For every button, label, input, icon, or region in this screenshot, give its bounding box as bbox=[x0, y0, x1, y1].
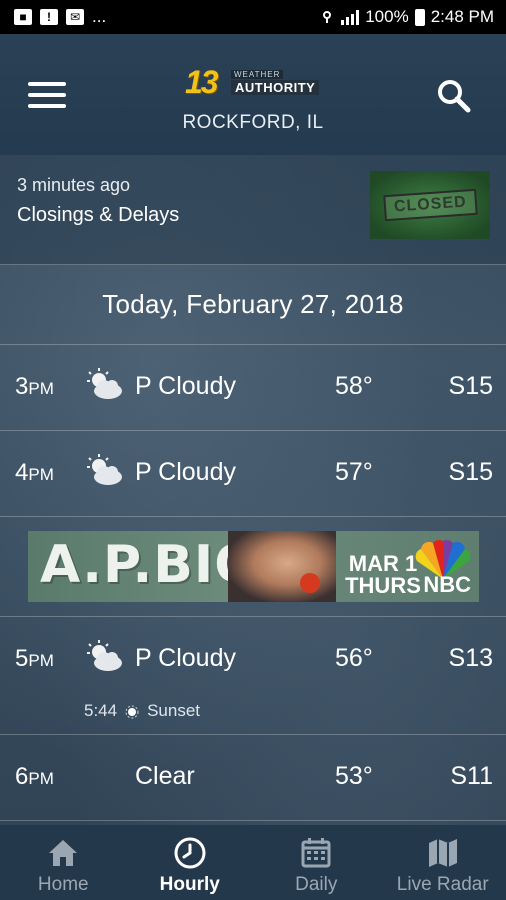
sunset-label: Sunset bbox=[147, 701, 201, 720]
map-icon bbox=[428, 839, 457, 867]
home-icon bbox=[49, 840, 78, 866]
news-time-ago: 3 minutes ago bbox=[17, 175, 131, 195]
hour-temperature: 56° bbox=[335, 644, 373, 672]
ad-photo bbox=[228, 531, 336, 602]
location-label[interactable]: ROCKFORD, IL bbox=[0, 112, 506, 134]
moon-icon bbox=[84, 757, 124, 791]
hour-temperature: 53° bbox=[335, 762, 373, 790]
clock-icon bbox=[174, 837, 206, 869]
more-notifications: ... bbox=[92, 7, 107, 26]
nav-live-radar[interactable]: Live Radar bbox=[380, 825, 506, 900]
search-icon[interactable] bbox=[436, 78, 472, 114]
menu-icon[interactable] bbox=[28, 82, 66, 108]
logo-bottom-text: AUTHORITY bbox=[231, 80, 320, 95]
battery-percent: 100% bbox=[365, 7, 409, 26]
app-header: 13 WEATHER AUTHORITY ROCKFORD, IL bbox=[0, 34, 506, 155]
ad-title: A.P.BIO bbox=[40, 535, 260, 595]
partly-cloudy-icon bbox=[84, 639, 124, 673]
hour-time: 5PM bbox=[15, 645, 54, 672]
status-bar: ■ ! ✉ ... 100% 2:48 PM bbox=[0, 0, 506, 34]
nav-hourly[interactable]: Hourly bbox=[127, 825, 254, 900]
nav-daily[interactable]: Daily bbox=[253, 825, 380, 900]
battery-icon bbox=[414, 8, 425, 26]
hour-time: 4PM bbox=[15, 459, 54, 486]
signal-icon bbox=[341, 9, 360, 25]
wifi-calling-icon bbox=[319, 7, 335, 28]
hour-time: 3PM bbox=[15, 373, 54, 400]
sunset-icon bbox=[125, 704, 139, 719]
hour-row[interactable]: 6PM Clear 53° S11 bbox=[0, 735, 506, 821]
nav-home-label: Home bbox=[37, 874, 89, 895]
hour-wind: S15 bbox=[448, 458, 493, 486]
news-thumbnail: CLOSED bbox=[370, 171, 490, 239]
hour-condition: Clear bbox=[135, 762, 195, 790]
alert-notification-icon: ! bbox=[40, 9, 58, 25]
mail-notification-icon: ✉ bbox=[66, 9, 84, 25]
hour-time: 6PM bbox=[15, 763, 54, 790]
closed-stamp-text: CLOSED bbox=[382, 188, 478, 222]
partly-cloudy-icon bbox=[84, 453, 124, 487]
news-title: Closings & Delays bbox=[17, 204, 180, 226]
hour-condition: P Cloudy bbox=[135, 372, 236, 400]
nav-live-radar-label: Live Radar bbox=[396, 874, 489, 895]
nav-daily-label: Daily bbox=[295, 874, 338, 895]
notification-icon: ■ bbox=[14, 9, 32, 25]
hour-condition: P Cloudy bbox=[135, 644, 236, 672]
ad-row: A.P.BIO MAR 1 THURS NBC bbox=[0, 517, 506, 617]
hour-row[interactable]: 4PM P Cloudy 57° S15 bbox=[0, 431, 506, 517]
ad-banner[interactable]: A.P.BIO MAR 1 THURS NBC bbox=[28, 531, 479, 602]
station-logo: 13 WEATHER AUTHORITY bbox=[185, 64, 325, 100]
calendar-icon bbox=[301, 838, 331, 868]
hour-row[interactable]: 5PM P Cloudy 56° S13 5:44 Sunset bbox=[0, 617, 506, 735]
app-screen: ■ ! ✉ ... 100% 2:48 PM 13 WEATHER AUTHOR… bbox=[0, 0, 506, 900]
clock-time: 2:48 PM bbox=[430, 7, 494, 26]
partly-cloudy-icon bbox=[84, 367, 124, 401]
logo-number: 13 bbox=[185, 64, 219, 100]
bottom-navigation: Home Hourly Daily Live Radar bbox=[0, 825, 506, 900]
status-system: 100% 2:48 PM bbox=[319, 7, 494, 28]
hour-wind: S11 bbox=[450, 762, 493, 790]
hour-temperature: 57° bbox=[335, 458, 373, 486]
closings-news-card[interactable]: 3 minutes ago Closings & Delays CLOSED bbox=[0, 155, 506, 265]
hour-wind: S13 bbox=[448, 644, 493, 672]
sunset-time: 5:44 bbox=[84, 701, 118, 720]
status-notifications: ■ ! ✉ ... bbox=[14, 7, 106, 27]
logo-top-text: WEATHER bbox=[231, 70, 284, 79]
sunset-info: 5:44 Sunset bbox=[84, 701, 200, 721]
nav-home[interactable]: Home bbox=[0, 825, 127, 900]
nav-hourly-label: Hourly bbox=[159, 874, 220, 895]
hour-temperature: 58° bbox=[335, 372, 373, 400]
date-header: Today, February 27, 2018 bbox=[0, 265, 506, 345]
hour-condition: P Cloudy bbox=[135, 458, 236, 486]
ad-network: NBC bbox=[423, 572, 471, 597]
hour-wind: S15 bbox=[448, 372, 493, 400]
hour-row[interactable]: 3PM P Cloudy 58° S15 bbox=[0, 345, 506, 431]
ad-apple bbox=[300, 573, 320, 593]
